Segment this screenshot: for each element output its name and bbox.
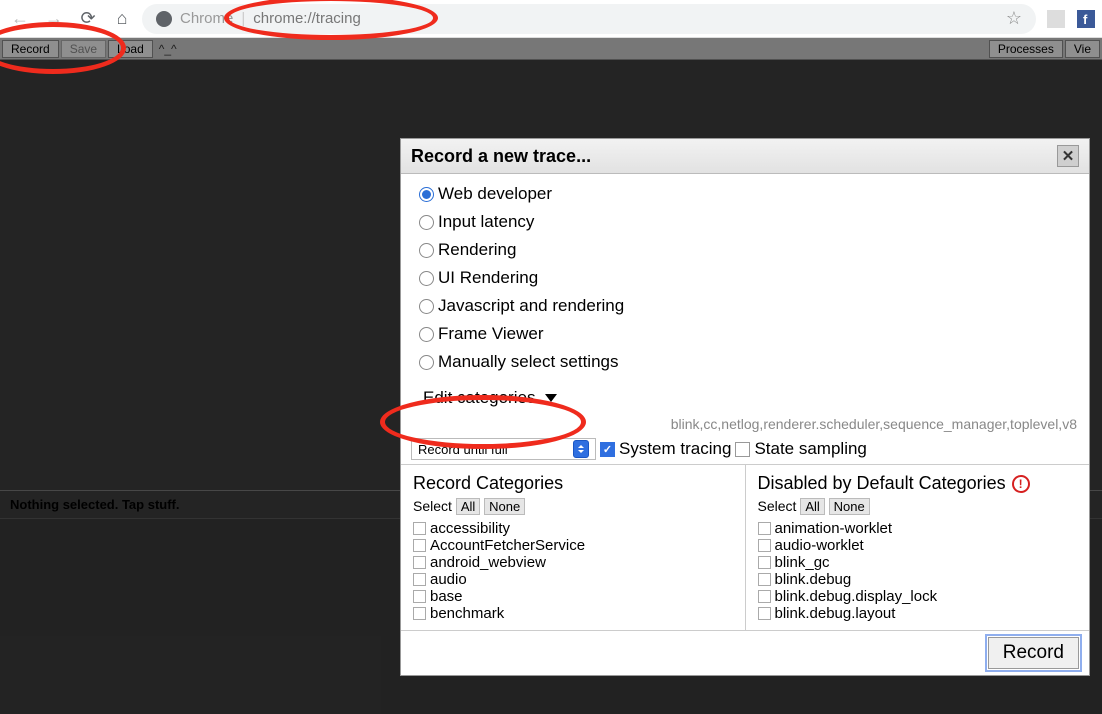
categories-summary: blink,cc,netlog,renderer.scheduler,seque… xyxy=(401,416,1089,434)
category-item[interactable]: accessibility xyxy=(413,520,733,537)
browser-toolbar: ← → ⟳ ⌂ Chrome | chrome://tracing ☆ f xyxy=(0,0,1102,38)
record-trace-dialog: Record a new trace... ✕ Web developer In… xyxy=(400,138,1090,676)
radio-input-latency[interactable]: Input latency xyxy=(419,212,1071,232)
dialog-title-bar: Record a new trace... ✕ xyxy=(401,139,1089,174)
category-item[interactable]: benchmark xyxy=(413,605,733,622)
checkbox-icon xyxy=(758,522,771,535)
close-button[interactable]: ✕ xyxy=(1057,145,1079,167)
select-stepper-icon xyxy=(573,440,589,458)
system-tracing-checkbox[interactable]: ✓ xyxy=(600,442,615,457)
radio-dot-icon xyxy=(419,187,434,202)
select-none-button[interactable]: None xyxy=(484,498,525,515)
radio-dot-icon xyxy=(419,355,434,370)
checkbox-icon xyxy=(758,539,771,552)
extension-icon-facebook[interactable]: f xyxy=(1076,9,1096,29)
reload-button[interactable]: ⟳ xyxy=(74,5,102,33)
warning-icon: ! xyxy=(1012,475,1030,493)
record-categories-column: Record Categories Select All None access… xyxy=(401,465,745,630)
disabled-categories-heading: Disabled by Default Categories ! xyxy=(758,473,1078,494)
category-list: accessibility AccountFetcherService andr… xyxy=(413,520,733,622)
record-mode-select[interactable]: Record until full xyxy=(411,438,596,460)
radio-dot-icon xyxy=(419,327,434,342)
radio-ui-rendering[interactable]: UI Rendering xyxy=(419,268,1071,288)
checkbox-icon xyxy=(413,522,426,535)
start-record-button[interactable]: Record xyxy=(988,637,1079,669)
radio-dot-icon xyxy=(419,271,434,286)
select-all-button[interactable]: All xyxy=(800,498,824,515)
radio-rendering[interactable]: Rendering xyxy=(419,240,1071,260)
state-sampling-checkbox[interactable] xyxy=(735,442,750,457)
record-options-row: Record until full ✓ System tracing State… xyxy=(401,434,1089,465)
checkbox-icon xyxy=(413,556,426,569)
select-row: Select All None xyxy=(413,498,733,514)
svg-text:f: f xyxy=(1083,12,1088,27)
url-separator: | xyxy=(241,10,245,27)
select-row: Select All None xyxy=(758,498,1078,514)
system-tracing-label: System tracing xyxy=(619,439,731,459)
categories-columns: Record Categories Select All None access… xyxy=(401,465,1089,631)
radio-web-developer[interactable]: Web developer xyxy=(419,184,1071,204)
category-item[interactable]: audio-worklet xyxy=(758,537,1078,554)
select-none-button[interactable]: None xyxy=(829,498,870,515)
checkbox-icon xyxy=(758,590,771,603)
radio-dot-icon xyxy=(419,243,434,258)
checkbox-icon xyxy=(758,607,771,620)
home-button[interactable]: ⌂ xyxy=(108,5,136,33)
category-item[interactable]: AccountFetcherService xyxy=(413,537,733,554)
radio-frame-viewer[interactable]: Frame Viewer xyxy=(419,324,1071,344)
radio-js-rendering[interactable]: Javascript and rendering xyxy=(419,296,1071,316)
category-list: animation-worklet audio-worklet blink_gc… xyxy=(758,520,1078,622)
disabled-categories-column: Disabled by Default Categories ! Select … xyxy=(745,465,1090,630)
radio-dot-icon xyxy=(419,215,434,230)
forward-button[interactable]: → xyxy=(40,5,68,33)
address-bar[interactable]: Chrome | chrome://tracing ☆ xyxy=(142,4,1036,34)
checkbox-icon xyxy=(758,573,771,586)
record-categories-heading: Record Categories xyxy=(413,473,733,494)
state-sampling-label: State sampling xyxy=(754,439,866,459)
category-item[interactable]: blink.debug.display_lock xyxy=(758,588,1078,605)
radio-manual-settings[interactable]: Manually select settings xyxy=(419,352,1071,372)
url-text: chrome://tracing xyxy=(253,10,361,27)
category-item[interactable]: android_webview xyxy=(413,554,733,571)
trace-preset-radios: Web developer Input latency Rendering UI… xyxy=(401,174,1089,376)
checkbox-icon xyxy=(413,573,426,586)
back-button[interactable]: ← xyxy=(6,5,34,33)
category-item[interactable]: base xyxy=(413,588,733,605)
checkbox-icon xyxy=(413,590,426,603)
dialog-title: Record a new trace... xyxy=(411,146,591,167)
edit-categories-toggle[interactable]: Edit categories xyxy=(419,386,567,410)
bookmark-star-icon[interactable]: ☆ xyxy=(1006,8,1022,29)
select-all-button[interactable]: All xyxy=(456,498,480,515)
category-item[interactable]: animation-worklet xyxy=(758,520,1078,537)
category-item[interactable]: audio xyxy=(413,571,733,588)
checkbox-icon xyxy=(413,607,426,620)
radio-dot-icon xyxy=(419,299,434,314)
chrome-icon xyxy=(156,11,172,27)
category-item[interactable]: blink.debug.layout xyxy=(758,605,1078,622)
checkbox-icon xyxy=(413,539,426,552)
extension-icon-1[interactable] xyxy=(1046,9,1066,29)
category-item[interactable]: blink_gc xyxy=(758,554,1078,571)
chevron-down-icon xyxy=(545,394,557,402)
category-item[interactable]: blink.debug xyxy=(758,571,1078,588)
dialog-footer: Record xyxy=(401,631,1089,675)
checkbox-icon xyxy=(758,556,771,569)
url-scheme-label: Chrome xyxy=(180,10,233,27)
